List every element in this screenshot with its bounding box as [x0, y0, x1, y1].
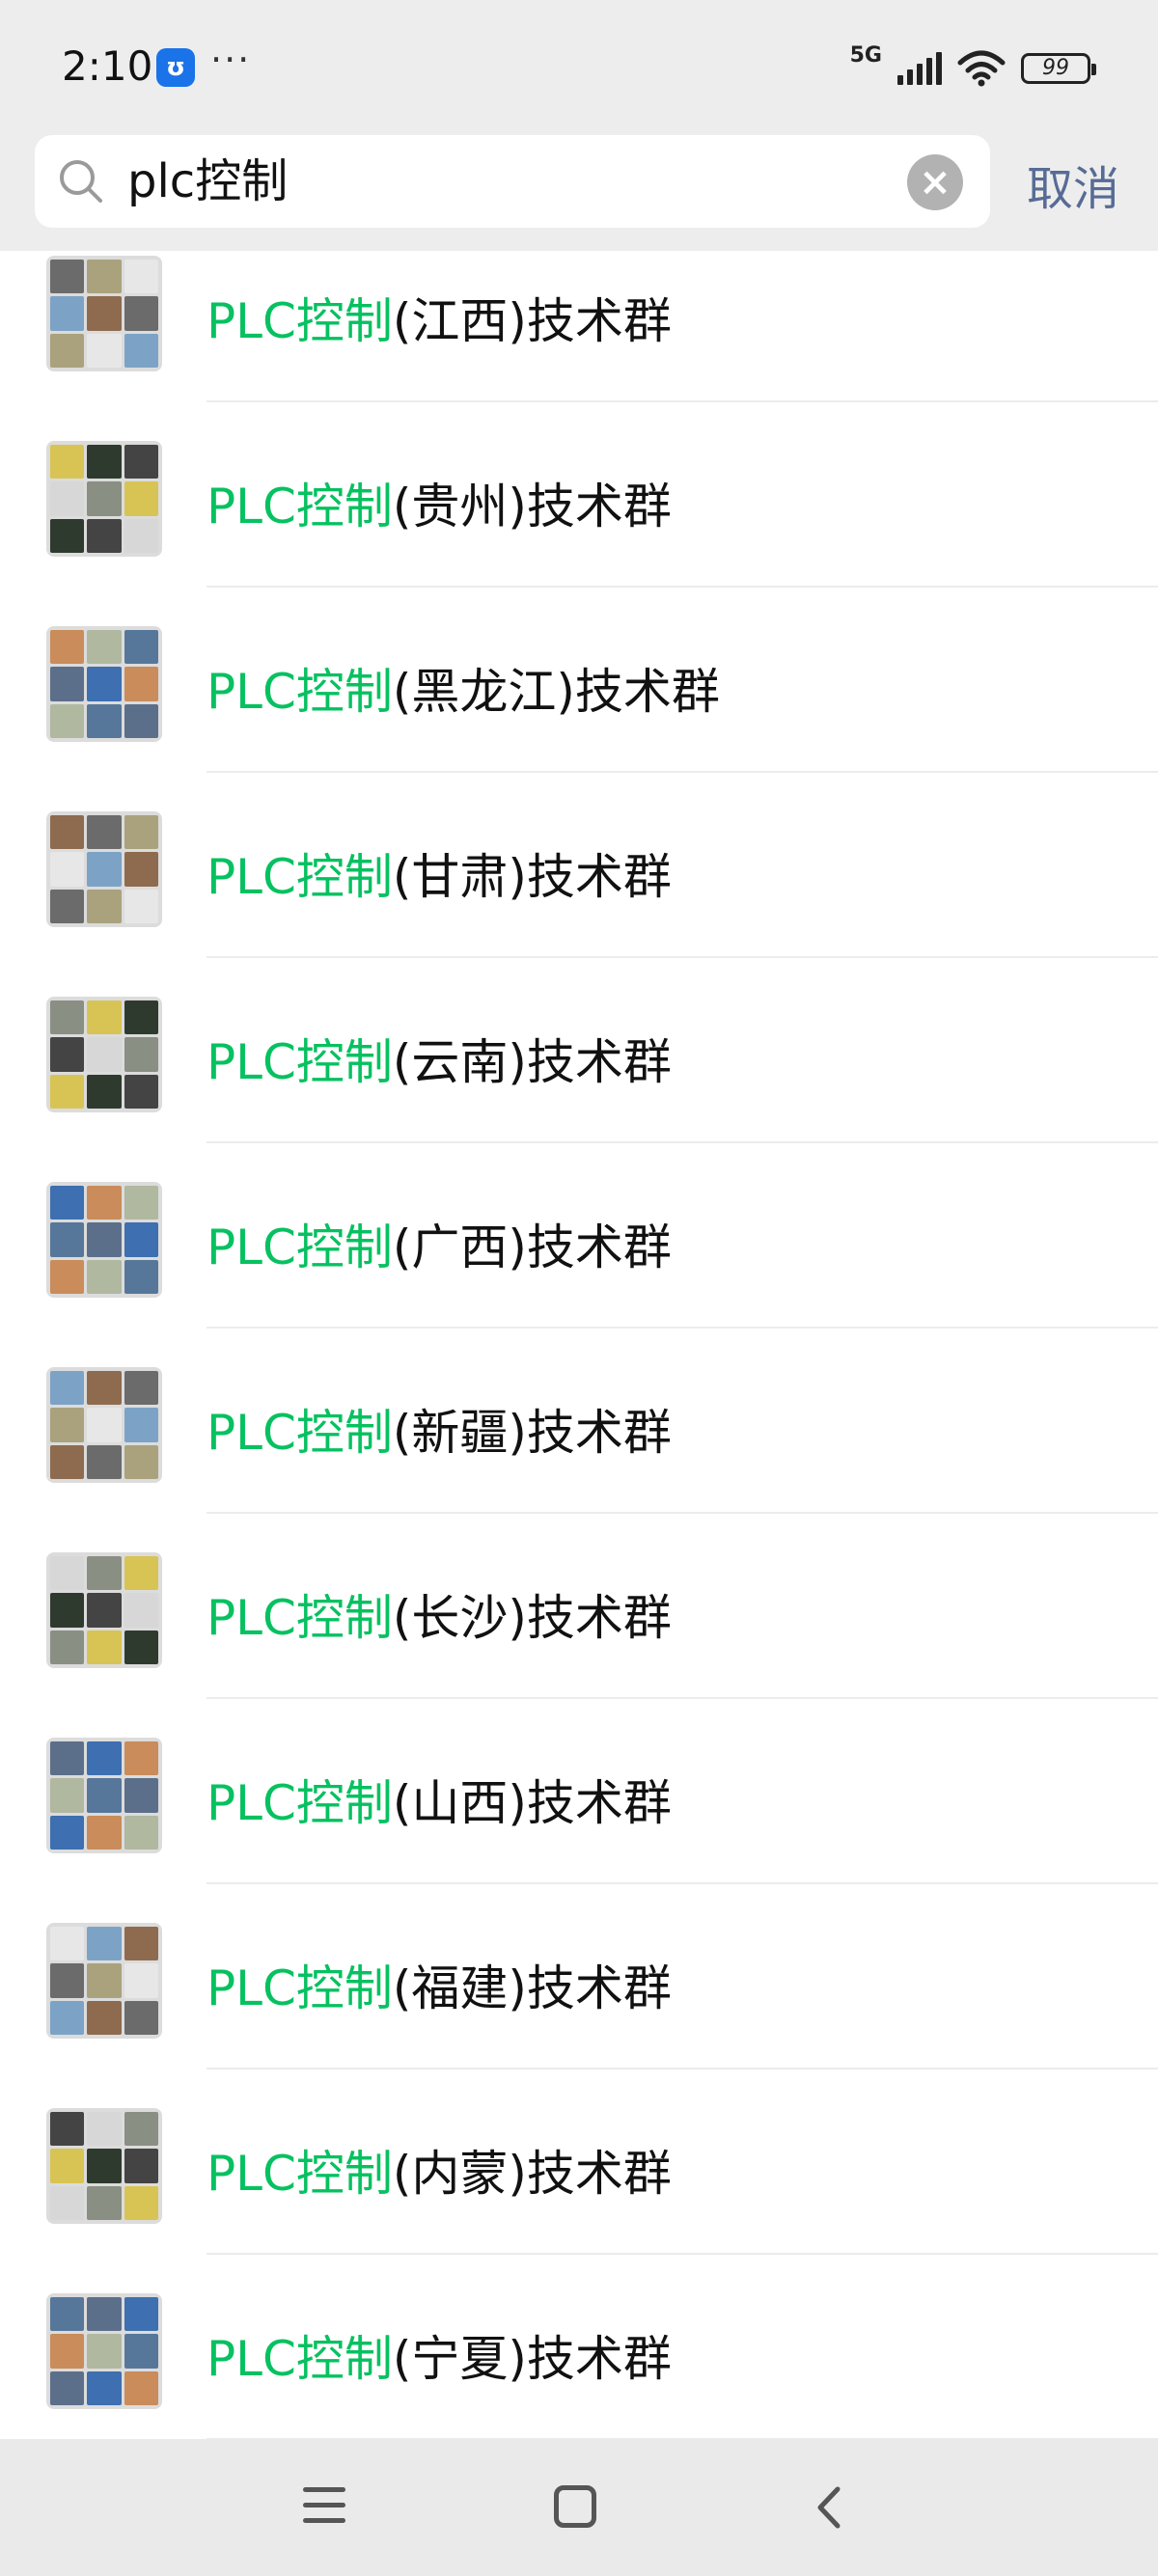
signal-icon	[897, 52, 942, 85]
group-avatar	[46, 441, 162, 557]
group-name: PLC控制(云南)技术群	[207, 1024, 672, 1093]
group-avatar	[46, 626, 162, 742]
group-name: PLC控制(贵州)技术群	[207, 468, 672, 537]
wifi-icon	[957, 50, 1006, 87]
group-avatar	[46, 2108, 162, 2224]
group-avatar	[46, 811, 162, 927]
group-name: PLC控制(甘肃)技术群	[207, 838, 672, 908]
group-avatar	[46, 1923, 162, 2039]
clear-icon[interactable]: ×	[907, 154, 963, 210]
list-item[interactable]: PLC控制(内蒙)技术群	[0, 2069, 1158, 2255]
group-name-rest: (新疆)技术群	[392, 1405, 672, 1461]
list-item[interactable]: PLC控制(福建)技术群	[0, 1884, 1158, 2069]
match-highlight: PLC控制	[207, 2331, 393, 2387]
match-highlight: PLC控制	[207, 849, 393, 905]
search-icon	[60, 160, 102, 203]
match-highlight: PLC控制	[207, 1219, 393, 1275]
navigation-bar	[0, 2439, 1158, 2576]
group-avatar	[46, 2293, 162, 2409]
group-name-rest: (甘肃)技术群	[392, 849, 672, 905]
group-name-rest: (黑龙江)技术群	[392, 664, 720, 720]
status-indicators: 5G 99	[849, 42, 1096, 93]
list-item[interactable]: PLC控制(黑龙江)技术群	[0, 588, 1158, 773]
list-item[interactable]: PLC控制(宁夏)技术群	[0, 2255, 1158, 2440]
group-name-rest: (云南)技术群	[392, 1034, 672, 1090]
list-item[interactable]: PLC控制(长沙)技术群	[0, 1514, 1158, 1699]
match-highlight: PLC控制	[207, 1034, 393, 1090]
group-name: PLC控制(福建)技术群	[207, 1950, 672, 2019]
match-highlight: PLC控制	[207, 293, 393, 349]
network-type-label: 5G	[849, 42, 882, 68]
group-avatar	[46, 256, 162, 371]
match-highlight: PLC控制	[207, 1405, 393, 1461]
search-results-list: PLC控制(江西)技术群 PLC控制(贵州)技术群 PLC控制(黑龙江)技术群 PLC…	[0, 217, 1158, 2576]
status-time: 2:10	[62, 42, 153, 90]
group-avatar	[46, 1738, 162, 1853]
match-highlight: PLC控制	[207, 1960, 393, 2016]
group-name-rest: (宁夏)技术群	[392, 2331, 672, 2387]
group-name: PLC控制(宁夏)技术群	[207, 2320, 672, 2390]
group-name: PLC控制(广西)技术群	[207, 1209, 672, 1278]
group-avatar	[46, 1367, 162, 1483]
group-name-rest: (江西)技术群	[392, 293, 672, 349]
cancel-button[interactable]: 取消	[1027, 151, 1119, 218]
group-name: PLC控制(黑龙江)技术群	[207, 653, 720, 723]
list-item[interactable]: PLC控制(贵州)技术群	[0, 402, 1158, 588]
status-bar: 2:10 ʊ ··· 5G 99	[0, 0, 1158, 125]
list-item[interactable]: PLC控制(云南)技术群	[0, 958, 1158, 1143]
battery-icon: 99	[1021, 53, 1096, 84]
list-item[interactable]: PLC控制(山西)技术群	[0, 1699, 1158, 1884]
group-name: PLC控制(长沙)技术群	[207, 1579, 672, 1649]
match-highlight: PLC控制	[207, 1775, 393, 1831]
search-box[interactable]: ×	[35, 135, 990, 228]
app-notification-icon: ʊ	[156, 48, 195, 87]
group-avatar	[46, 1182, 162, 1298]
match-highlight: PLC控制	[207, 664, 393, 720]
group-name: PLC控制(江西)技术群	[207, 283, 672, 352]
list-item[interactable]: PLC控制(甘肃)技术群	[0, 773, 1158, 958]
more-notifications-icon: ···	[210, 39, 252, 81]
group-avatar	[46, 1552, 162, 1668]
list-item[interactable]: PLC控制(广西)技术群	[0, 1143, 1158, 1329]
group-avatar	[46, 997, 162, 1112]
group-name-rest: (贵州)技术群	[392, 479, 672, 534]
group-name-rest: (广西)技术群	[392, 1219, 672, 1275]
group-name: PLC控制(山西)技术群	[207, 1765, 672, 1834]
group-name: PLC控制(内蒙)技术群	[207, 2135, 672, 2205]
search-input[interactable]	[127, 149, 919, 214]
group-name-rest: (长沙)技术群	[392, 1590, 672, 1646]
group-name-rest: (内蒙)技术群	[392, 2146, 672, 2202]
group-name-rest: (福建)技术群	[392, 1960, 672, 2016]
match-highlight: PLC控制	[207, 1590, 393, 1646]
home-icon[interactable]	[554, 2485, 596, 2528]
back-icon[interactable]	[807, 2483, 855, 2532]
group-name: PLC控制(新疆)技术群	[207, 1394, 672, 1464]
group-name-rest: (山西)技术群	[392, 1775, 672, 1831]
menu-icon[interactable]	[303, 2487, 345, 2526]
list-item[interactable]: PLC控制(新疆)技术群	[0, 1329, 1158, 1514]
match-highlight: PLC控制	[207, 2146, 393, 2202]
match-highlight: PLC控制	[207, 479, 393, 534]
